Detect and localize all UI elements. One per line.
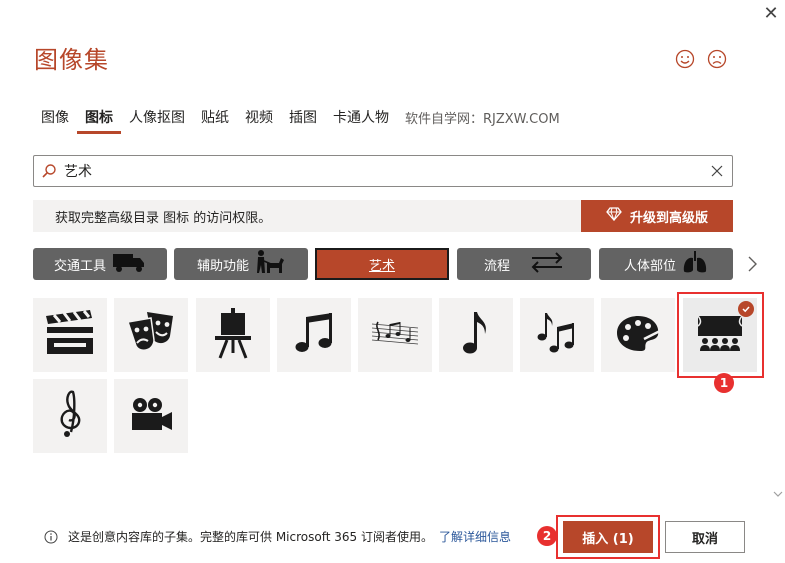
- smile-feedback-icon[interactable]: [674, 48, 696, 70]
- category-label: 艺术: [368, 258, 395, 274]
- diamond-icon: [606, 207, 622, 225]
- upgrade-text: 获取完整高级目录 图标 的访问权限。: [55, 210, 272, 226]
- theater-masks-icon: [125, 308, 177, 362]
- icon-tile-music-staff[interactable]: [358, 298, 432, 372]
- theater-audience-icon: [695, 314, 745, 356]
- icon-tile-audience[interactable]: [683, 298, 757, 372]
- guide-dog-icon: [255, 249, 285, 279]
- insert-button[interactable]: 插入 (1): [563, 521, 653, 553]
- icon-tile-treble-clef[interactable]: [33, 379, 107, 453]
- category-strip: 交通工具 辅助功能 艺术 流程 人体部位: [33, 247, 738, 281]
- clapperboard-icon: [42, 308, 98, 362]
- category-label: 辅助功能: [196, 258, 249, 274]
- tab-stickers[interactable]: 贴纸: [193, 100, 237, 134]
- tab-images[interactable]: 图像: [33, 100, 77, 134]
- search-box: [33, 155, 733, 187]
- icon-tile-clapperboard[interactable]: [33, 298, 107, 372]
- music-notes-double-icon: [537, 311, 577, 359]
- dialog-title: 图像集: [34, 46, 109, 74]
- treble-clef-icon: [55, 388, 85, 444]
- music-notes-beamed-icon: [292, 311, 336, 359]
- tab-illustrations[interactable]: 插图: [281, 100, 325, 134]
- search-input[interactable]: [64, 157, 702, 185]
- tab-icons[interactable]: 图标: [77, 100, 121, 134]
- icon-tile-music-notes[interactable]: [277, 298, 351, 372]
- eighth-note-icon: [461, 310, 491, 360]
- tab-bar: 图像 图标 人像抠图 贴纸 视频 插图 卡通人物 软件自学网：RJZXW.COM: [33, 100, 568, 134]
- learn-more-link[interactable]: 了解详细信息: [439, 528, 511, 545]
- icon-tile-eighth-note[interactable]: [439, 298, 513, 372]
- upgrade-button[interactable]: 升级到高级版: [581, 200, 733, 232]
- category-accessibility[interactable]: 辅助功能: [174, 248, 308, 280]
- tab-cutout-people[interactable]: 人像抠图: [121, 100, 193, 134]
- lungs-icon: [682, 250, 708, 278]
- music-staff-icon: [370, 318, 420, 352]
- upgrade-banner: 获取完整高级目录 图标 的访问权限。 升级到高级版: [33, 200, 733, 232]
- clear-search-icon[interactable]: [702, 156, 732, 186]
- annotation-number-2: 2: [537, 526, 557, 546]
- chevron-right-icon[interactable]: [744, 254, 760, 274]
- frown-feedback-icon[interactable]: [706, 48, 728, 70]
- category-art[interactable]: 艺术: [315, 248, 449, 280]
- footer-info: 这是创意内容库的子集。完整的库可供 Microsoft 365 订阅者使用。 了…: [44, 528, 511, 545]
- icon-tile-movie-camera[interactable]: [114, 379, 188, 453]
- icon-tile-easel[interactable]: [196, 298, 270, 372]
- upgrade-button-label: 升级到高级版: [629, 210, 708, 226]
- arrows-swap-icon: [530, 251, 564, 277]
- watermark-text: 软件自学网：RJZXW.COM: [405, 112, 560, 127]
- scroll-down-icon[interactable]: [773, 484, 783, 497]
- close-button[interactable]: ✕: [761, 4, 781, 24]
- category-transport[interactable]: 交通工具: [33, 248, 167, 280]
- tab-cartoon-people[interactable]: 卡通人物: [325, 100, 397, 134]
- selected-check-icon: [738, 301, 754, 317]
- cancel-button[interactable]: 取消: [665, 521, 745, 553]
- easel-icon: [211, 307, 255, 363]
- category-label: 交通工具: [53, 258, 106, 274]
- truck-icon: [112, 251, 146, 277]
- category-process[interactable]: 流程: [457, 248, 591, 280]
- category-body-parts[interactable]: 人体部位: [599, 248, 733, 280]
- tab-videos[interactable]: 视频: [237, 100, 281, 134]
- icon-tile-palette[interactable]: [601, 298, 675, 372]
- icon-tile-masks[interactable]: [114, 298, 188, 372]
- search-icon: [34, 156, 64, 186]
- paint-palette-icon: [614, 313, 662, 357]
- annotation-number-1: 1: [714, 373, 734, 393]
- footer-info-text: 这是创意内容库的子集。完整的库可供 Microsoft 365 订阅者使用。: [68, 530, 433, 544]
- movie-camera-icon: [128, 396, 174, 436]
- icon-tile-double-notes[interactable]: [520, 298, 594, 372]
- category-label: 流程: [483, 258, 510, 274]
- info-icon: [44, 530, 58, 544]
- category-label: 人体部位: [623, 258, 676, 274]
